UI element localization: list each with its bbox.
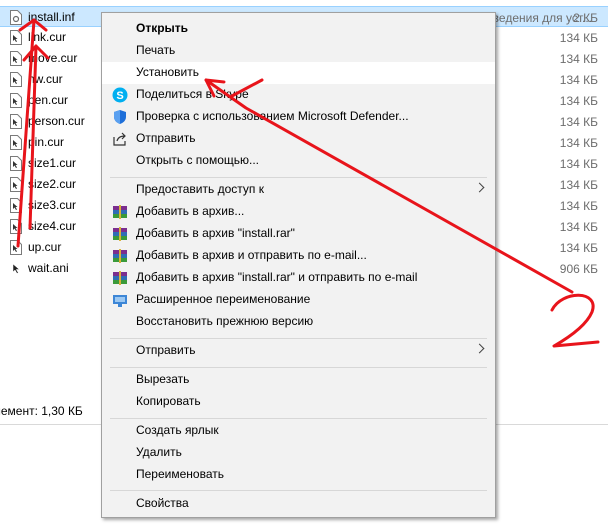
menu-item-label: Добавить в архив "install.rar" xyxy=(136,226,295,240)
menu-item-send-to[interactable]: Отправить xyxy=(102,340,495,362)
file-name: person.cur xyxy=(28,114,85,128)
menu-item-open[interactable]: Открыть xyxy=(102,18,495,40)
menu-item-advanced-rename[interactable]: Расширенное переименование xyxy=(102,289,495,311)
file-size: 134 КБ xyxy=(559,73,598,87)
file-size: 906 КБ xyxy=(559,262,598,276)
cursor-file-icon xyxy=(10,177,22,192)
menu-item-defender-scan[interactable]: Проверка с использованием Microsoft Defe… xyxy=(102,106,495,128)
menu-item-label: Открыть xyxy=(136,21,189,35)
file-size: 134 КБ xyxy=(559,94,598,108)
cursor-file-icon xyxy=(10,30,22,45)
cursor-file-icon xyxy=(10,198,22,213)
menu-item-delete[interactable]: Удалить xyxy=(102,442,495,464)
defender-icon xyxy=(114,110,126,124)
settings-file-icon xyxy=(10,10,22,25)
skype-icon: S xyxy=(112,87,128,103)
menu-separator xyxy=(110,338,487,339)
file-name: wait.ani xyxy=(28,261,69,275)
menu-item-label: Добавить в архив "install.rar" и отправи… xyxy=(136,270,418,284)
menu-separator xyxy=(110,177,487,178)
file-name: size1.cur xyxy=(28,156,77,170)
file-name: nw.cur xyxy=(28,72,63,86)
menu-item-properties[interactable]: Свойства xyxy=(102,493,495,515)
file-size: 134 КБ xyxy=(559,157,598,171)
menu-item-label: Свойства xyxy=(136,496,189,510)
cursor-file-icon xyxy=(10,93,22,108)
file-name: link.cur xyxy=(28,30,67,44)
menu-item-open-with[interactable]: Открыть с помощью... xyxy=(102,150,495,172)
menu-item-label: Расширенное переименование xyxy=(136,292,311,306)
cursor-file-icon xyxy=(10,51,22,66)
file-size: 134 КБ xyxy=(559,31,598,45)
menu-item-cut[interactable]: Вырезать xyxy=(102,369,495,391)
chevron-right-icon xyxy=(474,182,485,193)
file-size: 134 КБ xyxy=(559,199,598,213)
file-name: pen.cur xyxy=(28,93,69,107)
menu-item-label: Поделиться в Skype xyxy=(136,87,249,101)
menu-item-label: Восстановить прежнюю версию xyxy=(136,314,314,328)
menu-item-create-shortcut[interactable]: Создать ярлык xyxy=(102,420,495,442)
menu-item-label: Вырезать xyxy=(136,372,190,386)
cursor-file-icon xyxy=(10,156,22,171)
file-name: size4.cur xyxy=(28,219,77,233)
file-name: up.cur xyxy=(28,240,62,254)
file-size: 134 КБ xyxy=(559,115,598,129)
winrar-icon xyxy=(113,227,127,241)
menu-item-add-to-archive[interactable]: Добавить в архив... xyxy=(102,201,495,223)
cursor-file-icon xyxy=(10,240,22,255)
file-size: 134 КБ xyxy=(559,52,598,66)
file-name: pin.cur xyxy=(28,135,65,149)
chevron-right-icon xyxy=(474,343,485,354)
menu-item-give-access[interactable]: Предоставить доступ к xyxy=(102,179,495,201)
menu-separator xyxy=(110,418,487,419)
file-name: install.inf xyxy=(28,10,75,24)
file-name: size3.cur xyxy=(28,198,77,212)
menu-separator xyxy=(110,490,487,491)
winrar-icon xyxy=(113,205,127,219)
menu-item-label: Добавить в архив и отправить по e-mail..… xyxy=(136,248,367,262)
share-icon xyxy=(113,132,126,146)
context-menu: Открыть Печать Установить S Поделиться в… xyxy=(101,12,496,518)
cursor-file-icon xyxy=(10,114,22,129)
menu-item-send[interactable]: Отправить xyxy=(102,128,495,150)
animated-cursor-icon xyxy=(12,263,20,274)
menu-item-label: Отправить xyxy=(136,131,196,145)
menu-item-label: Создать ярлык xyxy=(136,423,219,437)
cursor-file-icon xyxy=(10,135,22,150)
menu-separator xyxy=(110,367,487,368)
status-selected-text: элемент: 1,30 КБ xyxy=(0,404,83,418)
menu-item-label: Переименовать xyxy=(136,467,224,481)
menu-item-restore-previous[interactable]: Восстановить прежнюю версию xyxy=(102,311,495,333)
menu-item-label: Отправить xyxy=(136,343,196,357)
menu-item-label: Добавить в архив... xyxy=(136,204,245,218)
menu-item-archive-and-email[interactable]: Добавить в архив и отправить по e-mail..… xyxy=(102,245,495,267)
menu-item-print[interactable]: Печать xyxy=(102,40,495,62)
menu-item-install-rar-and-email[interactable]: Добавить в архив "install.rar" и отправи… xyxy=(102,267,495,289)
file-name: move.cur xyxy=(28,51,78,65)
menu-item-label: Копировать xyxy=(136,394,201,408)
menu-item-install[interactable]: Установить xyxy=(102,62,495,84)
file-size: 134 КБ xyxy=(559,220,598,234)
menu-item-copy[interactable]: Копировать xyxy=(102,391,495,413)
file-size: 134 КБ xyxy=(559,178,598,192)
menu-item-rename[interactable]: Переименовать xyxy=(102,464,495,486)
file-size: 134 КБ xyxy=(559,136,598,150)
file-size: 2 КБ xyxy=(573,11,598,25)
winrar-icon xyxy=(113,249,127,263)
menu-item-label: Установить xyxy=(136,65,199,79)
menu-item-share-skype[interactable]: S Поделиться в Skype xyxy=(102,84,495,106)
winrar-icon xyxy=(113,271,127,285)
menu-item-label: Печать xyxy=(136,43,176,57)
menu-item-add-to-install-rar[interactable]: Добавить в архив "install.rar" xyxy=(102,223,495,245)
svg-text:S: S xyxy=(116,90,123,102)
menu-item-label: Удалить xyxy=(136,445,182,459)
rename-icon xyxy=(113,295,127,307)
menu-item-label: Открыть с помощью... xyxy=(136,153,260,167)
file-name: size2.cur xyxy=(28,177,77,191)
cursor-file-icon xyxy=(10,72,22,87)
file-size: 134 КБ xyxy=(559,241,598,255)
cursor-file-icon xyxy=(10,219,22,234)
menu-item-label: Проверка с использованием Microsoft Defe… xyxy=(136,109,409,123)
menu-item-label: Предоставить доступ к xyxy=(136,182,264,196)
